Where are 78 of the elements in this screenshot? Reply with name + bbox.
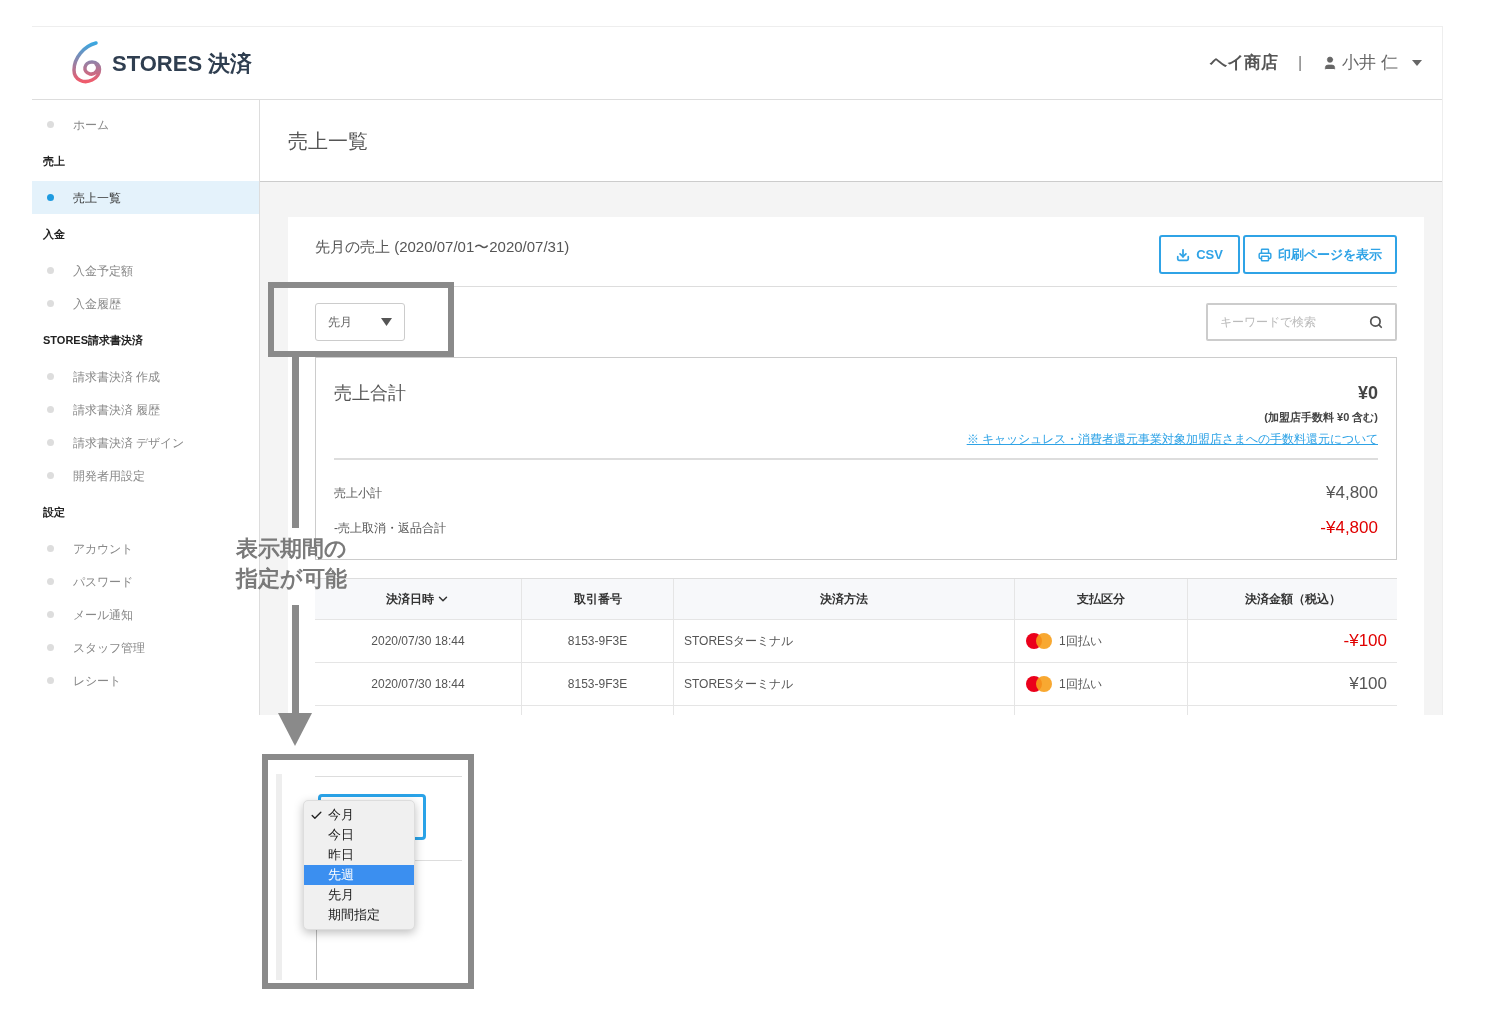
caret-icon bbox=[381, 318, 392, 326]
callout-text: 指定が可能 bbox=[236, 565, 347, 593]
sidebar-item[interactable]: 入金予定額 bbox=[32, 254, 228, 287]
caret-icon bbox=[1412, 60, 1422, 66]
sidebar-item[interactable]: 請求書決済 作成 bbox=[32, 360, 228, 393]
table-cell-text: 2020/07/30 18:44 bbox=[370, 676, 466, 693]
sidebar-heading: 設定 bbox=[42, 504, 66, 520]
bullet-icon bbox=[47, 300, 54, 307]
sidebar-item[interactable]: 売上一覧 bbox=[32, 181, 259, 214]
csv-button[interactable]: CSV bbox=[1159, 235, 1240, 274]
table-cell-text: 1回払い bbox=[1059, 633, 1102, 650]
sidebar-item[interactable]: 開発者用設定 bbox=[32, 459, 228, 492]
column-header: 支払区分 bbox=[1014, 579, 1187, 619]
bullet-icon bbox=[47, 611, 54, 618]
table-cell: STORESターミナル bbox=[673, 620, 1014, 662]
sidebar-item[interactable]: パスワード bbox=[32, 565, 228, 598]
logo-text: STORES 決済 bbox=[112, 49, 253, 78]
bullet-icon bbox=[47, 545, 54, 552]
total-amount: ¥0 bbox=[1357, 382, 1378, 405]
summary-title: 売上合計 bbox=[334, 382, 406, 405]
search-input[interactable]: キーワードで検索 bbox=[1220, 313, 1369, 331]
print-button[interactable]: 印刷ページを表示 bbox=[1243, 235, 1397, 274]
user-menu[interactable]: 小井 仁 bbox=[1322, 50, 1422, 76]
card-brand-icon bbox=[1025, 632, 1053, 650]
bullet-icon bbox=[47, 373, 54, 380]
refund-link[interactable]: ※ キャッシュレス・消費者還元事業対象加盟店さまへの手数料還元について bbox=[966, 429, 1378, 448]
bullet-icon bbox=[47, 677, 54, 684]
search-field[interactable]: キーワードで検索 bbox=[1206, 303, 1397, 341]
search-icon bbox=[1369, 315, 1383, 329]
bullet-icon bbox=[47, 644, 54, 651]
menu-item[interactable]: 期間指定 bbox=[304, 905, 414, 925]
sidebar-heading: 入金 bbox=[42, 226, 66, 242]
column-header: 決済方法 bbox=[673, 579, 1014, 619]
card-title: 先月の売上 (2020/07/01〜2020/07/31) bbox=[315, 237, 570, 257]
amount-cell-text: -¥100 bbox=[1343, 630, 1387, 653]
summary-label: 売上小計 bbox=[334, 484, 382, 502]
fee-note: (加盟店手数料 ¥0 含む) bbox=[1264, 410, 1378, 425]
sidebar-item[interactable]: ホーム bbox=[32, 108, 228, 141]
callout-text: 表示期間の bbox=[236, 535, 347, 563]
summary-label: -売上取消・返品合計 bbox=[334, 519, 446, 537]
menu-item[interactable]: 先月 bbox=[304, 885, 414, 905]
amount-cell-text: ¥100 bbox=[1349, 673, 1387, 696]
table-cell: 8153-9F3E bbox=[521, 663, 673, 705]
table-cell-text: 2020/07/30 18:44 bbox=[370, 633, 466, 650]
bullet-icon bbox=[47, 121, 54, 128]
page-title: 売上一覧 bbox=[288, 128, 368, 154]
menu-item[interactable]: 今月 bbox=[304, 805, 414, 825]
bullet-icon bbox=[47, 194, 54, 201]
sidebar-item[interactable]: アカウント bbox=[32, 532, 228, 565]
download-icon bbox=[1176, 247, 1191, 262]
sidebar-item[interactable]: 請求書決済 デザイン bbox=[32, 426, 228, 459]
bullet-icon bbox=[47, 406, 54, 413]
menu-item[interactable]: 昨日 bbox=[304, 845, 414, 865]
sidebar-item[interactable]: メール通知 bbox=[32, 598, 228, 631]
bullet-icon bbox=[47, 472, 54, 479]
menu-item[interactable]: 先週 bbox=[304, 865, 414, 885]
shop-name: ヘイ商店 bbox=[1210, 52, 1279, 75]
period-select[interactable]: 先月 bbox=[315, 303, 405, 341]
sidebar-item[interactable]: スタッフ管理 bbox=[32, 631, 228, 664]
summary-value: -¥4,800 bbox=[1320, 516, 1378, 539]
column-header: 決済金額（税込） bbox=[1187, 579, 1397, 619]
column-header: 取引番号 bbox=[521, 579, 673, 619]
sidebar-item[interactable]: レシート bbox=[32, 664, 228, 697]
table-cell: STORESターミナル bbox=[673, 663, 1014, 705]
bullet-icon bbox=[47, 267, 54, 274]
separator-text: | bbox=[1298, 53, 1303, 73]
sidebar-heading: 売上 bbox=[42, 153, 66, 169]
sidebar-item[interactable]: 請求書決済 履歴 bbox=[32, 393, 228, 426]
table-cell: 8153-9F3E bbox=[521, 620, 673, 662]
bullet-icon bbox=[47, 439, 54, 446]
printer-icon bbox=[1258, 247, 1272, 262]
bullet-icon bbox=[47, 578, 54, 585]
sidebar-heading: STORES請求書決済 bbox=[42, 332, 145, 348]
sidebar-item[interactable]: 入金履歴 bbox=[32, 287, 228, 320]
menu-item[interactable]: 今日 bbox=[304, 825, 414, 845]
card-brand-icon bbox=[1025, 675, 1053, 693]
table-cell-text: 1回払い bbox=[1059, 676, 1102, 693]
summary-value: ¥4,800 bbox=[1326, 481, 1378, 504]
